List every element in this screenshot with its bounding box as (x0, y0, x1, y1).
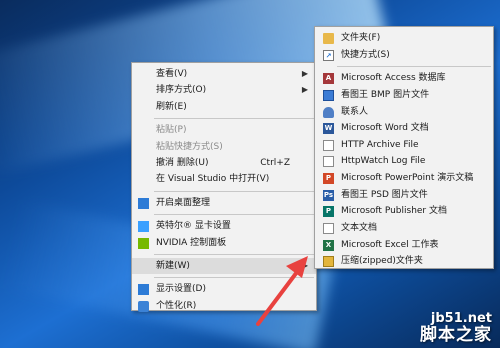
menu-item-refresh[interactable]: 刷新(E) (132, 99, 316, 115)
menu-item-label: 刷新(E) (156, 101, 187, 112)
menu-item-paste-shortcut[interactable]: 粘贴快捷方式(S) (132, 139, 316, 155)
menu-item-label: 在 Visual Studio 中打开(V) (156, 174, 270, 185)
publisher-icon: P (323, 206, 334, 218)
menu-separator (154, 253, 314, 255)
excel-icon: X (323, 239, 334, 251)
shortcut-text: Ctrl+Z (260, 157, 290, 168)
menu-item-open-in-visual-studio[interactable]: 在 Visual Studio 中打开(V) (132, 171, 316, 187)
new-submenu: 文件夹(F) ↗ 快捷方式(S) A Microsoft Access 数据库 … (314, 26, 494, 269)
menu-item-label: Microsoft Excel 工作表 (341, 239, 439, 250)
menu-item-paste[interactable]: 粘贴(P) (132, 122, 316, 138)
menu-item-label: 快捷方式(S) (341, 49, 390, 60)
nvidia-icon (138, 237, 149, 249)
new-item-httpwatch-log[interactable]: HttpWatch Log File (315, 153, 493, 170)
menu-item-label: 撤消 删除(U) (156, 157, 209, 168)
document-icon (323, 156, 334, 168)
menu-item-intel-graphics[interactable]: 英特尔® 显卡设置 (132, 218, 316, 234)
menu-item-label: HTTP Archive File (341, 139, 419, 150)
desktop-organize-icon (138, 197, 149, 209)
submenu-arrow-icon: ▶ (301, 69, 308, 78)
menu-item-label: Microsoft Word 文档 (341, 123, 429, 134)
menu-item-label: Microsoft PowerPoint 演示文稿 (341, 173, 474, 184)
desktop-context-menu: 查看(V) ▶ 排序方式(O) ▶ 刷新(E) 粘贴(P) 粘贴快捷方式(S) … (131, 62, 317, 314)
menu-item-sort-by[interactable]: 排序方式(O) ▶ (132, 82, 316, 98)
menu-item-desktop-organize[interactable]: 开启桌面整理 (132, 195, 316, 211)
contact-icon (323, 106, 334, 118)
menu-item-label: 压缩(zipped)文件夹 (341, 256, 423, 267)
menu-item-label: 个性化(R) (156, 300, 197, 311)
menu-item-label: HttpWatch Log File (341, 156, 426, 167)
menu-item-label: 文本文档 (341, 223, 378, 234)
menu-item-label: 看图王 PSD 图片文件 (341, 189, 428, 200)
menu-item-label: 开启桌面整理 (156, 197, 211, 208)
new-item-folder[interactable]: 文件夹(F) (315, 30, 493, 47)
menu-item-label: Microsoft Publisher 文档 (341, 206, 447, 217)
personalize-icon (138, 300, 149, 312)
new-item-text-document[interactable]: 文本文档 (315, 220, 493, 237)
new-item-psd-image[interactable]: Ps 看图王 PSD 图片文件 (315, 187, 493, 204)
new-item-bmp-image[interactable]: 看图王 BMP 图片文件 (315, 87, 493, 104)
menu-item-label: NVIDIA 控制面板 (156, 237, 227, 248)
new-item-word-document[interactable]: W Microsoft Word 文档 (315, 120, 493, 137)
folder-icon (323, 33, 334, 44)
new-item-zip-folder[interactable]: 压缩(zipped)文件夹 (315, 253, 493, 270)
submenu-arrow-icon: ▶ (301, 260, 308, 270)
menu-item-label: 排序方式(O) (156, 85, 207, 96)
menu-item-label: 联系人 (341, 106, 369, 117)
bmp-icon (323, 89, 334, 101)
shortcut-icon: ↗ (323, 49, 334, 61)
text-document-icon (323, 223, 334, 235)
menu-separator (154, 277, 314, 279)
zip-folder-icon (323, 256, 334, 268)
menu-item-personalize[interactable]: 个性化(R) (132, 298, 316, 314)
menu-item-label: 查看(V) (156, 69, 188, 79)
powerpoint-icon: P (323, 173, 334, 185)
menu-separator (154, 214, 314, 216)
new-item-excel[interactable]: X Microsoft Excel 工作表 (315, 237, 493, 254)
menu-item-label: 粘贴快捷方式(S) (156, 141, 223, 152)
menu-separator (337, 66, 491, 68)
display-icon (138, 284, 149, 296)
access-icon: A (323, 73, 334, 85)
menu-item-undo-delete[interactable]: 撤消 删除(U) Ctrl+Z (132, 155, 316, 171)
watermark-domain: jb51.net (430, 311, 492, 326)
new-item-access-database[interactable]: A Microsoft Access 数据库 (315, 70, 493, 87)
new-item-contact[interactable]: 联系人 (315, 104, 493, 121)
submenu-arrow-icon: ▶ (301, 85, 308, 95)
watermark: jb51.net 脚本之家 (420, 311, 492, 345)
menu-item-new[interactable]: 新建(W) ▶ (132, 257, 316, 275)
new-item-publisher[interactable]: P Microsoft Publisher 文档 (315, 203, 493, 220)
psd-icon: Ps (323, 189, 334, 201)
intel-graphics-icon (138, 221, 149, 233)
menu-item-label: 粘贴(P) (156, 125, 187, 136)
menu-separator (154, 190, 314, 192)
menu-item-label: 英特尔® 显卡设置 (156, 221, 231, 232)
new-item-shortcut[interactable]: ↗ 快捷方式(S) (315, 47, 493, 64)
menu-item-view[interactable]: 查看(V) ▶ (132, 66, 316, 82)
menu-item-display-settings[interactable]: 显示设置(D) (132, 281, 316, 297)
word-icon: W (323, 123, 334, 135)
menu-item-label: 新建(W) (156, 260, 190, 271)
menu-item-nvidia-control-panel[interactable]: NVIDIA 控制面板 (132, 235, 316, 251)
watermark-site-name: 脚本之家 (420, 325, 492, 345)
menu-item-label: 文件夹(F) (341, 33, 381, 43)
menu-item-label: 看图王 BMP 图片文件 (341, 89, 430, 100)
menu-item-label: Microsoft Access 数据库 (341, 73, 446, 84)
document-icon (323, 139, 334, 151)
new-item-powerpoint[interactable]: P Microsoft PowerPoint 演示文稿 (315, 170, 493, 187)
new-item-http-archive[interactable]: HTTP Archive File (315, 137, 493, 154)
menu-separator (154, 118, 314, 120)
menu-item-label: 显示设置(D) (156, 284, 206, 295)
